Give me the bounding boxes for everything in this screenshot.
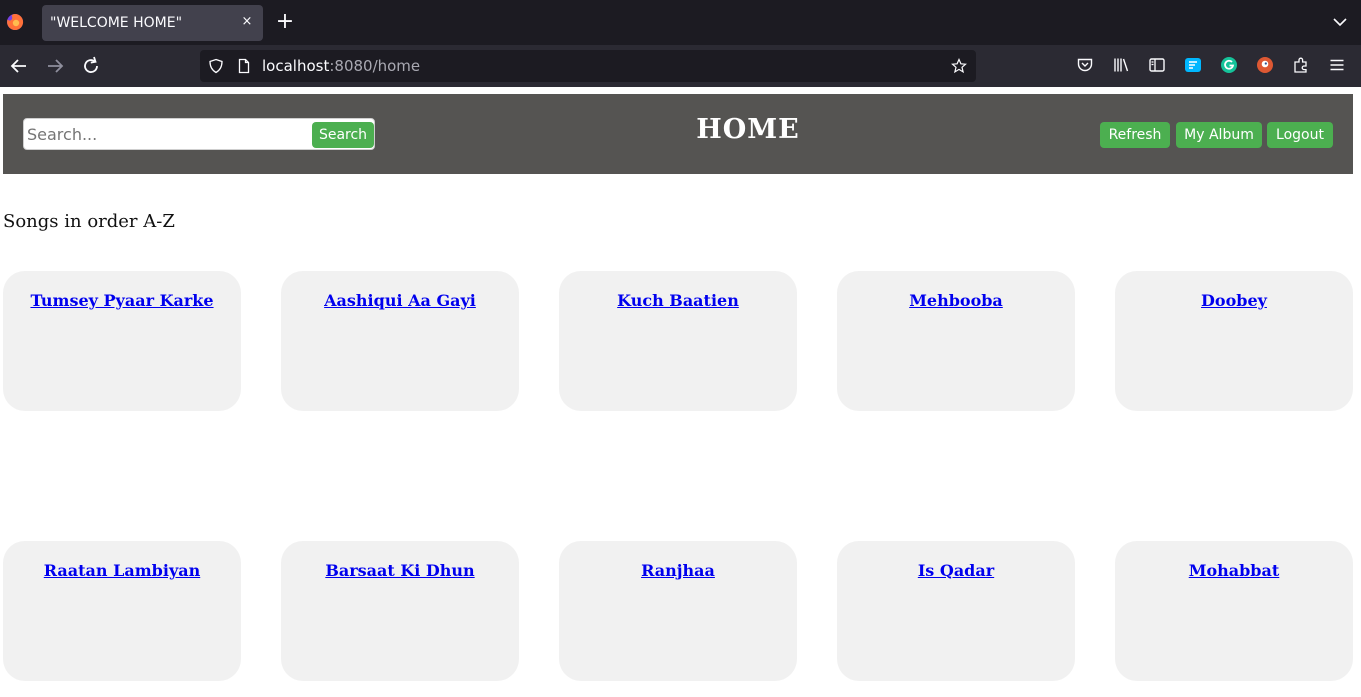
shield-icon[interactable] xyxy=(208,58,224,74)
logout-button[interactable]: Logout xyxy=(1267,122,1333,148)
menu-hamburger-icon[interactable] xyxy=(1328,56,1346,74)
song-card: Aashiqui Aa Gayi xyxy=(281,271,519,411)
browser-tab-active[interactable]: "WELCOME HOME" × xyxy=(42,5,263,41)
url-host: localhost xyxy=(262,57,330,75)
extension-blue-icon[interactable] xyxy=(1184,56,1202,74)
library-icon[interactable] xyxy=(1112,56,1130,74)
browser-nav-bar: localhost:8080/home xyxy=(0,45,1361,87)
song-link[interactable]: Mehbooba xyxy=(837,291,1075,310)
forward-arrow-icon[interactable] xyxy=(43,54,67,78)
song-card: Ranjhaa xyxy=(559,541,797,681)
duckduckgo-icon[interactable] xyxy=(1256,56,1274,74)
new-tab-button[interactable]: + xyxy=(274,11,296,33)
url-path: :8080/home xyxy=(329,57,421,75)
chevron-down-icon[interactable] xyxy=(1331,13,1349,31)
song-card: Barsaat Ki Dhun xyxy=(281,541,519,681)
page-header: Search HOME Refresh My Album Logout xyxy=(3,94,1353,174)
firefox-logo-icon xyxy=(7,13,24,30)
my-album-button[interactable]: My Album xyxy=(1176,122,1262,148)
browser-tab-bar: "WELCOME HOME" × + xyxy=(0,0,1361,45)
song-link[interactable]: Mohabbat xyxy=(1115,561,1353,580)
song-card: Is Qadar xyxy=(837,541,1075,681)
song-card: Mehbooba xyxy=(837,271,1075,411)
song-link[interactable]: Ranjhaa xyxy=(559,561,797,580)
song-link[interactable]: Doobey xyxy=(1115,291,1353,310)
song-link[interactable]: Aashiqui Aa Gayi xyxy=(281,291,519,310)
songs-section-label: Songs in order A-Z xyxy=(3,211,175,232)
song-card: Tumsey Pyaar Karke xyxy=(3,271,241,411)
song-card: Kuch Baatien xyxy=(559,271,797,411)
extensions-puzzle-icon[interactable] xyxy=(1292,56,1310,74)
back-arrow-icon[interactable] xyxy=(7,54,31,78)
song-link[interactable]: Raatan Lambiyan xyxy=(3,561,241,580)
sidebar-icon[interactable] xyxy=(1148,56,1166,74)
song-link[interactable]: Kuch Baatien xyxy=(559,291,797,310)
song-card: Raatan Lambiyan xyxy=(3,541,241,681)
pocket-icon[interactable] xyxy=(1076,56,1094,74)
song-link[interactable]: Tumsey Pyaar Karke xyxy=(3,291,241,310)
grammarly-icon[interactable] xyxy=(1220,56,1238,74)
refresh-button[interactable]: Refresh xyxy=(1100,122,1170,148)
url-text[interactable]: localhost:8080/home xyxy=(262,57,420,75)
song-link[interactable]: Is Qadar xyxy=(837,561,1075,580)
reload-icon[interactable] xyxy=(79,54,103,78)
song-link[interactable]: Barsaat Ki Dhun xyxy=(281,561,519,580)
song-card: Doobey xyxy=(1115,271,1353,411)
tab-close-icon[interactable]: × xyxy=(239,13,255,31)
page-icon[interactable] xyxy=(236,58,252,74)
address-bar[interactable]: localhost:8080/home xyxy=(200,50,976,82)
star-bookmark-icon[interactable] xyxy=(951,58,967,74)
tab-title: "WELCOME HOME" xyxy=(50,15,183,31)
song-card: Mohabbat xyxy=(1115,541,1353,681)
